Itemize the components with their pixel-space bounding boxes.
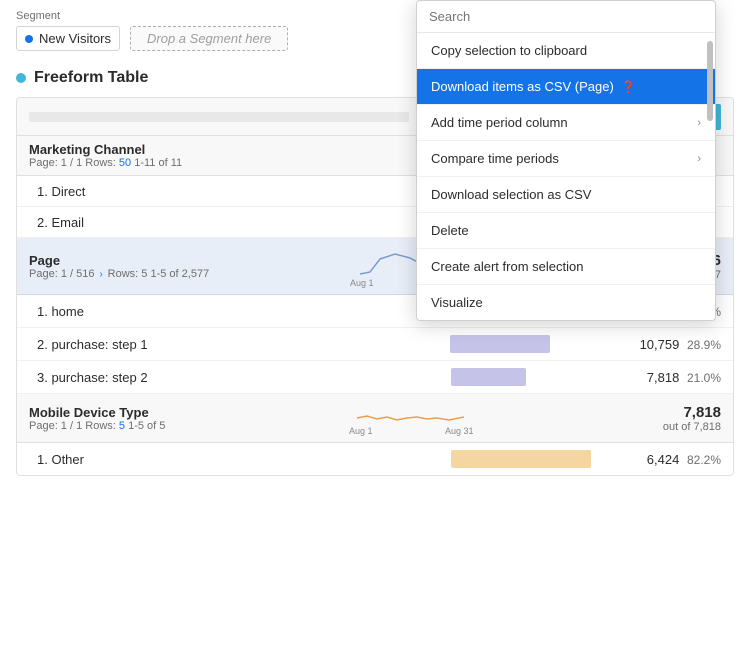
mc-rows-range: 1-11 of 11 — [134, 157, 182, 169]
dropdown-search-input[interactable] — [429, 9, 703, 24]
mobile-row-1-bar-wrapper — [451, 450, 631, 468]
mobile-out-of: out of 7,818 — [663, 421, 721, 433]
dropdown-item-label-5: Delete — [431, 223, 469, 238]
page-row-3: 3. purchase: step 2 7,818 21.0% — [17, 361, 733, 394]
page-section-meta: Page: 1 / 516 › Rows: 5 1-5 of 2,577 — [29, 268, 209, 280]
ps-chevron: › — [100, 269, 106, 280]
segment-drop-zone[interactable]: Drop a Segment here — [130, 26, 288, 51]
page-section-title: Page — [29, 253, 209, 268]
ps-page-total: 516 — [76, 268, 94, 280]
segment-drop-label: Drop a Segment here — [147, 31, 271, 46]
mobile-section-left: Mobile Device Type Page: 1 / 1 Rows: 5 1… — [29, 405, 165, 432]
dropdown-item-3[interactable]: Compare time periods › — [417, 141, 715, 177]
page-row-3-bar-wrapper — [451, 368, 631, 386]
dropdown-item-label-7: Visualize — [431, 295, 483, 310]
dropdown-item-label-6: Create alert from selection — [431, 259, 583, 274]
mobile-total: 7,818 — [663, 404, 721, 421]
page-row-3-bar — [451, 368, 526, 386]
page-row-2-pct: 28.9% — [687, 338, 721, 352]
mobile-section-right: 7,818 out of 7,818 — [663, 404, 721, 433]
mobile-sparkline: Aug 1 Aug 31 — [349, 400, 479, 436]
help-icon-1: ❓ — [618, 80, 636, 94]
segment-name: New Visitors — [39, 31, 111, 46]
ps-page-label: Page: — [29, 268, 58, 280]
ps-rows-label: Rows: — [108, 268, 139, 280]
context-menu-dropdown: Copy selection to clipboard Download item… — [416, 0, 716, 321]
dropdown-item-4[interactable]: Download selection as CSV — [417, 177, 715, 213]
mobile-row-1-pct: 82.2% — [687, 453, 721, 467]
dropdown-item-7[interactable]: Visualize — [417, 285, 715, 320]
page-row-1-label: 1. home — [37, 304, 450, 319]
dropdown-item-5[interactable]: Delete — [417, 213, 715, 249]
ms-rows-count[interactable]: 5 — [119, 420, 125, 432]
dropdown-item-label-1: Download items as CSV (Page) ❓ — [431, 79, 636, 94]
page-row-2-values: 10,759 28.9% — [640, 337, 721, 352]
mobile-section-meta: Page: 1 / 1 Rows: 5 1-5 of 5 — [29, 420, 165, 432]
page-row-2: 2. purchase: step 1 10,759 28.9% — [17, 328, 733, 361]
svg-text:Aug 1: Aug 1 — [350, 278, 374, 288]
page-row-2-bar — [450, 335, 550, 353]
mobile-chart-area: Aug 1 Aug 31 — [165, 400, 663, 436]
freeform-dot — [16, 73, 26, 83]
mc-page-meta: Page: 1 / 1 Rows: — [29, 157, 116, 169]
mobile-row-1-values: 6,424 82.2% — [641, 452, 721, 467]
dropdown-item-1[interactable]: Download items as CSV (Page) ❓ — [417, 69, 715, 105]
col-header-bar — [29, 112, 409, 122]
page-row-3-values: 7,818 21.0% — [641, 370, 721, 385]
ms-page-meta: Page: 1 / 1 Rows: — [29, 420, 116, 432]
mobile-row-1-bar — [451, 450, 591, 468]
dropdown-item-label-0: Copy selection to clipboard — [431, 43, 587, 58]
page-row-3-num: 7,818 — [647, 370, 680, 385]
svg-text:Aug 31: Aug 31 — [445, 426, 474, 436]
segment-tag[interactable]: New Visitors — [16, 26, 120, 51]
ms-rows-range: 1-5 of 5 — [128, 420, 165, 432]
ps-page-num[interactable]: 1 — [61, 268, 67, 280]
mobile-row-1-label: 1. Other — [37, 452, 451, 467]
dropdown-search-area — [417, 1, 715, 33]
page-row-2-label: 2. purchase: step 1 — [37, 337, 450, 352]
mc-rows-count[interactable]: 50 — [119, 157, 131, 169]
page-row-3-label: 3. purchase: step 2 — [37, 370, 451, 385]
dropdown-item-2[interactable]: Add time period column › — [417, 105, 715, 141]
chevron-icon-2: › — [697, 117, 701, 129]
dropdown-items-container: Copy selection to clipboard Download item… — [417, 33, 715, 320]
page-row-2-bar-wrapper — [450, 335, 630, 353]
dropdown-item-label-4: Download selection as CSV — [431, 187, 591, 202]
dropdown-item-6[interactable]: Create alert from selection — [417, 249, 715, 285]
dropdown-scrollbar[interactable] — [707, 41, 713, 121]
mobile-row-1-num: 6,424 — [647, 452, 680, 467]
dropdown-item-label-3: Compare time periods — [431, 151, 559, 166]
chevron-icon-3: › — [697, 153, 701, 165]
page-section-left: Page Page: 1 / 516 › Rows: 5 1-5 of 2,57… — [29, 253, 209, 280]
page-row-2-num: 10,759 — [640, 337, 680, 352]
ps-rows-count[interactable]: 5 — [141, 268, 147, 280]
mobile-row-1: 1. Other 6,424 82.2% — [17, 443, 733, 475]
freeform-title: Freeform Table — [34, 69, 148, 87]
dropdown-item-0[interactable]: Copy selection to clipboard — [417, 33, 715, 69]
svg-text:Aug 1: Aug 1 — [349, 426, 373, 436]
mobile-section-header: Mobile Device Type Page: 1 / 1 Rows: 5 1… — [17, 394, 733, 443]
mobile-section-title: Mobile Device Type — [29, 405, 165, 420]
dropdown-item-label-2: Add time period column — [431, 115, 568, 130]
ps-rows-range: 1-5 of 2,577 — [150, 268, 209, 280]
page-row-3-pct: 21.0% — [687, 371, 721, 385]
segment-dot — [25, 35, 33, 43]
